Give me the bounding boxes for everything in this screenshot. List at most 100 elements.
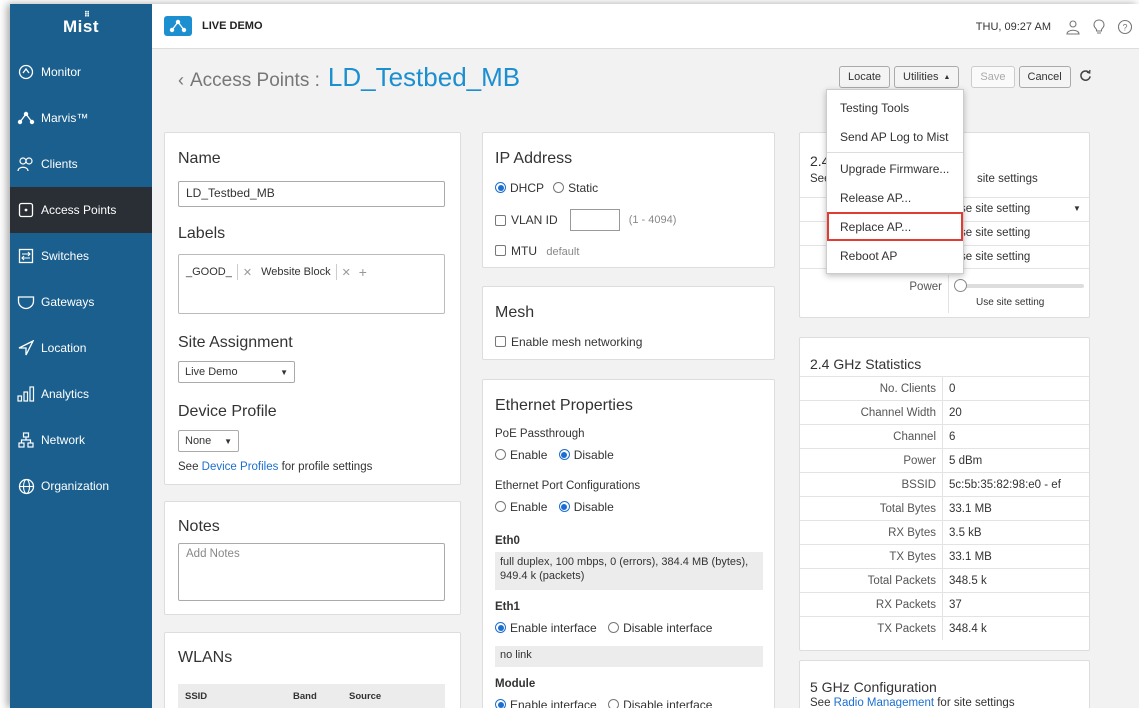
device-profile-heading: Device Profile bbox=[178, 403, 277, 420]
menu-item-replace-ap[interactable]: Replace AP... bbox=[827, 212, 963, 241]
device-profile-select[interactable]: None ▼ bbox=[178, 430, 239, 452]
gateways-icon bbox=[17, 293, 35, 311]
site-select[interactable]: Live Demo ▼ bbox=[178, 361, 295, 383]
column-header[interactable]: SSID bbox=[185, 691, 293, 702]
dhcp-radio[interactable] bbox=[495, 182, 506, 193]
sidebar-item-switches[interactable]: Switches bbox=[10, 233, 152, 279]
chevron-left-icon[interactable]: ‹ bbox=[178, 70, 184, 90]
menu-item-testing-tools[interactable]: Testing Tools bbox=[827, 93, 963, 122]
enable-mesh-label[interactable]: Enable mesh networking bbox=[511, 335, 642, 349]
device-profile-value: None bbox=[185, 435, 212, 447]
sidebar-item-gateways[interactable]: Gateways bbox=[10, 279, 152, 325]
ip-address-card: IP Address DHCP Static VLAN ID (1 - 4094… bbox=[482, 132, 775, 268]
lightbulb-icon[interactable] bbox=[1087, 15, 1111, 39]
module-options: Enable interface Disable interface bbox=[495, 698, 712, 708]
poe-disable-label[interactable]: Disable bbox=[574, 448, 614, 462]
eth1-disable-label[interactable]: Disable interface bbox=[623, 621, 712, 635]
poe-disable-radio[interactable] bbox=[558, 449, 570, 460]
stat-value: 6 bbox=[949, 430, 956, 443]
utilities-button[interactable]: Utilities ▲ bbox=[894, 66, 960, 88]
device-profile-note: See Device Profiles for profile settings bbox=[178, 461, 372, 473]
eth1-disable-radio[interactable] bbox=[608, 622, 620, 633]
sidebar: Mist ⠿ Monitor Marvis™ Clients Access Po… bbox=[10, 4, 152, 708]
stat-key: Channel bbox=[800, 425, 943, 448]
eth1-enable-radio[interactable] bbox=[495, 622, 506, 633]
module-label: Module bbox=[495, 678, 536, 690]
module-enable-label[interactable]: Enable interface bbox=[510, 698, 597, 708]
site-switcher-icon[interactable] bbox=[164, 16, 192, 36]
sidebar-item-clients[interactable]: Clients bbox=[10, 141, 152, 187]
site-label[interactable]: LIVE DEMO bbox=[202, 20, 263, 32]
device-profiles-link[interactable]: Device Profiles bbox=[202, 461, 279, 473]
module-disable-label[interactable]: Disable interface bbox=[623, 698, 712, 708]
vlan-checkbox[interactable] bbox=[495, 214, 506, 226]
notes-card: Notes Add Notes bbox=[164, 501, 461, 615]
svg-text:?: ? bbox=[1122, 22, 1127, 32]
labels-input[interactable]: _GOOD_ ✕ Website Block ✕ + bbox=[178, 254, 445, 314]
mtu-checkbox[interactable] bbox=[495, 245, 506, 256]
labels-list: _GOOD_ ✕ Website Block ✕ + bbox=[186, 264, 367, 280]
note-text: for site settings bbox=[934, 697, 1015, 708]
ethernet-heading: Ethernet Properties bbox=[495, 397, 633, 414]
module-disable-radio[interactable] bbox=[608, 699, 620, 708]
mtu-label: MTU bbox=[511, 244, 537, 258]
utilities-menu: Testing Tools Send AP Log to Mist Upgrad… bbox=[826, 89, 964, 274]
sidebar-item-label: Location bbox=[41, 341, 87, 355]
menu-item-upgrade-firmware[interactable]: Upgrade Firmware... bbox=[827, 154, 963, 183]
remove-label-icon[interactable]: ✕ bbox=[342, 266, 351, 279]
eth1-status: no link bbox=[495, 646, 763, 667]
module-enable-radio[interactable] bbox=[495, 699, 506, 708]
sidebar-item-network[interactable]: Network bbox=[10, 417, 152, 463]
port-config-enable-radio[interactable] bbox=[495, 501, 506, 512]
port-config-disable-label[interactable]: Disable bbox=[574, 500, 614, 514]
sidebar-item-label: Gateways bbox=[41, 295, 95, 309]
menu-item-send-ap-log[interactable]: Send AP Log to Mist bbox=[827, 122, 963, 151]
config-5-note: See Radio Management for site settings bbox=[810, 697, 1015, 708]
vlan-id-input[interactable] bbox=[569, 209, 620, 231]
static-label[interactable]: Static bbox=[568, 181, 598, 195]
mist-logo[interactable]: Mist ⠿ bbox=[10, 4, 152, 49]
sidebar-item-label: Analytics bbox=[41, 387, 90, 401]
add-label-icon[interactable]: + bbox=[359, 264, 367, 280]
power-slider[interactable] bbox=[954, 279, 1084, 292]
sidebar-item-monitor[interactable]: Monitor bbox=[10, 49, 152, 95]
dhcp-label[interactable]: DHCP bbox=[510, 181, 544, 195]
menu-item-reboot-ap[interactable]: Reboot AP bbox=[827, 241, 963, 270]
sidebar-item-label: Access Points bbox=[41, 203, 117, 217]
cancel-button[interactable]: Cancel bbox=[1018, 66, 1071, 88]
refresh-icon[interactable] bbox=[1079, 69, 1092, 85]
menu-item-release-ap[interactable]: Release AP... bbox=[827, 183, 963, 212]
sidebar-item-analytics[interactable]: Analytics bbox=[10, 371, 152, 417]
eth1-label: Eth1 bbox=[495, 601, 520, 613]
help-icon[interactable]: ? bbox=[1113, 15, 1137, 39]
poe-enable-radio[interactable] bbox=[495, 449, 506, 460]
enable-mesh-checkbox[interactable] bbox=[495, 336, 506, 347]
logo-dots-icon: ⠿ bbox=[84, 10, 91, 19]
port-config-disable-radio[interactable] bbox=[558, 501, 570, 512]
save-button[interactable]: Save bbox=[971, 66, 1015, 88]
sidebar-item-organization[interactable]: Organization bbox=[10, 463, 152, 509]
sidebar-item-marvis[interactable]: Marvis™ bbox=[10, 95, 152, 141]
column-header[interactable]: Band bbox=[293, 691, 349, 702]
port-config-enable-label[interactable]: Enable bbox=[510, 500, 547, 514]
radio-management-link[interactable]: Radio Management bbox=[834, 697, 934, 708]
slider-handle[interactable] bbox=[954, 279, 967, 292]
page-title: LD_Testbed_MB bbox=[327, 62, 521, 92]
sidebar-item-access-points[interactable]: Access Points bbox=[10, 187, 152, 233]
stat-key: Total Packets bbox=[800, 569, 943, 592]
name-input[interactable]: LD_Testbed_MB bbox=[178, 181, 445, 207]
remove-label-icon[interactable]: ✕ bbox=[243, 266, 252, 279]
ethernet-properties-card: Ethernet Properties PoE Passthrough Enab… bbox=[482, 379, 775, 708]
stat-key: RX Bytes bbox=[800, 521, 943, 544]
locate-button[interactable]: Locate bbox=[839, 66, 891, 88]
user-icon[interactable] bbox=[1061, 15, 1085, 39]
static-radio[interactable] bbox=[553, 182, 565, 193]
stat-value: 348.5 k bbox=[949, 574, 987, 587]
breadcrumb[interactable]: ‹ Access Points : bbox=[178, 70, 320, 92]
notes-textarea[interactable]: Add Notes bbox=[178, 543, 445, 601]
sidebar-item-location[interactable]: Location bbox=[10, 325, 152, 371]
poe-enable-label[interactable]: Enable bbox=[510, 448, 547, 462]
eth1-enable-label[interactable]: Enable interface bbox=[510, 621, 597, 635]
column-header[interactable]: Source bbox=[349, 691, 381, 702]
breadcrumb-label[interactable]: Access Points : bbox=[190, 70, 320, 91]
